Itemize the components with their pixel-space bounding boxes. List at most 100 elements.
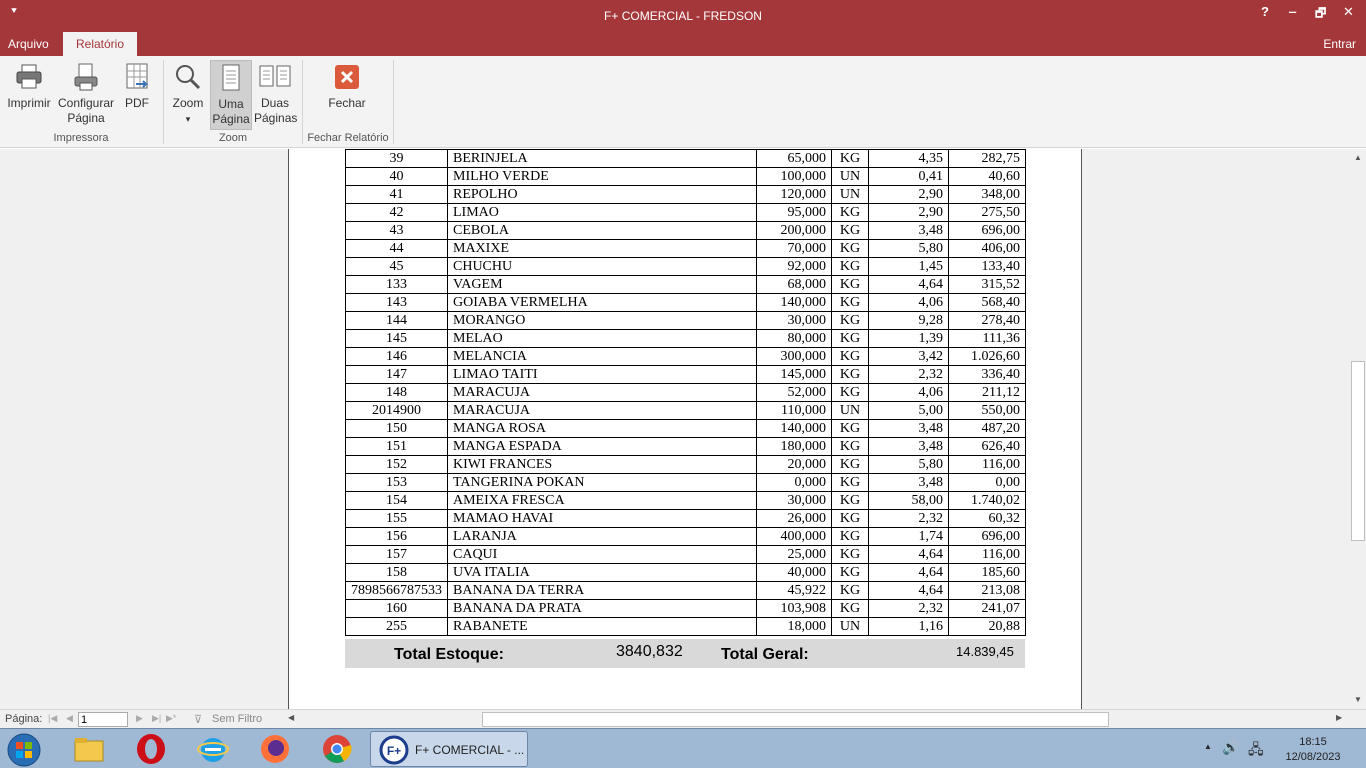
cell-description: MELAO [447, 329, 757, 348]
cell-unit-price: 4,64 [868, 581, 949, 600]
vertical-scrollbar[interactable]: ▲ ▼ [1350, 149, 1366, 709]
one-page-button[interactable]: Uma Página [210, 60, 252, 130]
table-row: 158 UVA ITALIA 40,000 KG 4,64 185,60 [345, 563, 1026, 582]
cell-unit-price: 4,64 [868, 563, 949, 582]
cell-code: 144 [345, 311, 448, 330]
close-window-button[interactable]: ✕ [1343, 4, 1354, 20]
network-icon[interactable]: 🖧 [1248, 739, 1264, 763]
cell-quantity: 65,000 [756, 149, 832, 168]
table-row: 43 CEBOLA 200,000 KG 3,48 696,00 [345, 221, 1026, 240]
cell-unit: KG [831, 347, 869, 366]
pdf-label: PDF [125, 96, 149, 110]
cell-quantity: 45,922 [756, 581, 832, 600]
ribbon: Imprimir Configurar Página PDF Zoom ▾ Um… [0, 56, 1366, 148]
cell-description: MARACUJA [447, 401, 757, 420]
table-row: 40 MILHO VERDE 100,000 UN 0,41 40,60 [345, 167, 1026, 186]
cell-description: REPOLHO [447, 185, 757, 204]
cell-description: MANGA ROSA [447, 419, 757, 438]
cell-unit: KG [831, 239, 869, 258]
cell-code: 150 [345, 419, 448, 438]
two-pages-button[interactable]: Duas Páginas [254, 60, 297, 130]
windows-logo-icon [7, 733, 41, 767]
cell-quantity: 80,000 [756, 329, 832, 348]
cell-unit: KG [831, 455, 869, 474]
cell-quantity: 92,000 [756, 257, 832, 276]
taskbar-app-fcomercial[interactable]: F+ F+ COMERCIAL - ... [370, 731, 528, 767]
cell-quantity: 40,000 [756, 563, 832, 582]
cell-quantity: 20,000 [756, 455, 832, 474]
printer-icon [16, 64, 42, 89]
cell-unit: KG [831, 293, 869, 312]
cell-total: 1.026,60 [948, 347, 1026, 366]
signin-link[interactable]: Entrar [1323, 32, 1356, 56]
horizontal-scroll-thumb[interactable] [482, 712, 1109, 727]
minimize-button[interactable]: ‒ [1289, 4, 1296, 19]
restore-button[interactable]: 🗗 [1315, 4, 1326, 25]
cell-quantity: 70,000 [756, 239, 832, 258]
internet-explorer-icon[interactable] [197, 733, 229, 765]
tab-relatorio[interactable]: Relatório [63, 32, 137, 56]
scroll-left-icon[interactable]: ◀ [288, 713, 294, 722]
cell-total: 60,32 [948, 509, 1026, 528]
cell-total: 116,00 [948, 545, 1026, 564]
scroll-right-icon[interactable]: ▶ [1336, 713, 1342, 722]
table-row: 44 MAXIXE 70,000 KG 5,80 406,00 [345, 239, 1026, 258]
cell-total: 213,08 [948, 581, 1026, 600]
table-row: 41 REPOLHO 120,000 UN 2,90 348,00 [345, 185, 1026, 204]
cell-unit: UN [831, 401, 869, 420]
chrome-icon[interactable] [321, 733, 353, 765]
one-page-label-1: Uma [218, 97, 244, 111]
scroll-up-icon[interactable]: ▲ [1352, 151, 1364, 165]
volume-icon[interactable]: 🔊 [1222, 739, 1239, 756]
cell-total: 211,12 [948, 383, 1026, 402]
single-page-icon [222, 64, 240, 91]
total-stock-label: Total Estoque: [394, 646, 504, 663]
system-clock[interactable]: 18:15 12/08/2023 [1278, 735, 1348, 765]
firefox-icon[interactable] [259, 733, 291, 765]
cell-code: 156 [345, 527, 448, 546]
one-page-label-2: Página [212, 112, 250, 126]
cell-description: LIMAO TAITI [447, 365, 757, 384]
new-record-icon[interactable]: ▶* [166, 713, 176, 724]
help-button[interactable]: ? [1261, 4, 1269, 19]
previous-page-icon[interactable]: ◀ [66, 713, 73, 724]
cell-unit: KG [831, 419, 869, 438]
scroll-down-icon[interactable]: ▼ [1352, 693, 1364, 707]
show-hidden-icons[interactable]: ▲ [1204, 742, 1212, 751]
cell-description: RABANETE [447, 617, 757, 636]
scroll-thumb[interactable] [1351, 361, 1365, 541]
cell-code: 39 [345, 149, 448, 168]
file-explorer-icon[interactable] [73, 733, 105, 765]
cell-code: 133 [345, 275, 448, 294]
cell-unit: KG [831, 599, 869, 618]
chevron-down-icon: ▾ [185, 114, 191, 124]
cell-unit: KG [831, 329, 869, 348]
filter-status[interactable]: Sem Filtro [212, 713, 262, 725]
cell-unit-price: 2,32 [868, 365, 949, 384]
table-row: 154 AMEIXA FRESCA 30,000 KG 58,00 1.740,02 [345, 491, 1026, 510]
first-page-icon[interactable]: |◀ [48, 713, 57, 724]
page-setup-button[interactable]: Configurar Página [56, 60, 116, 130]
group-label-printer: Impressora [53, 132, 109, 144]
tab-arquivo[interactable]: Arquivo [0, 32, 57, 56]
next-page-icon[interactable]: ▶ [136, 713, 143, 724]
table-row: 39 BERINJELA 65,000 KG 4,35 282,75 [345, 149, 1026, 168]
table-row: 255 RABANETE 18,000 UN 1,16 20,88 [345, 617, 1026, 636]
last-page-icon[interactable]: ▶| [152, 713, 161, 724]
cell-description: MANGA ESPADA [447, 437, 757, 456]
page-label: Página: [5, 713, 43, 725]
magnifier-icon [176, 65, 201, 90]
page-number-input[interactable] [78, 712, 128, 727]
start-button[interactable] [6, 732, 42, 768]
print-button[interactable]: Imprimir [4, 60, 54, 130]
pdf-button[interactable]: PDF [118, 60, 156, 130]
table-row: 155 MAMAO HAVAI 26,000 KG 2,32 60,32 [345, 509, 1026, 528]
close-report-button[interactable]: Fechar [324, 60, 370, 130]
group-separator [393, 60, 394, 144]
cell-unit: KG [831, 221, 869, 240]
cell-code: 42 [345, 203, 448, 222]
opera-icon[interactable] [135, 733, 167, 765]
taskbar-app-label: F+ COMERCIAL - ... [415, 743, 525, 757]
cell-unit: KG [831, 383, 869, 402]
zoom-button[interactable]: Zoom ▾ [168, 60, 208, 130]
